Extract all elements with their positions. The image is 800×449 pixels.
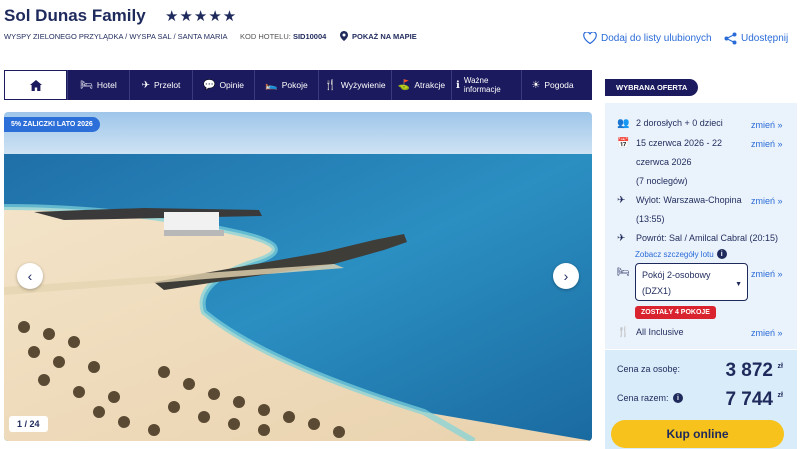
tab-weather[interactable]: ☀ Pogoda (521, 70, 583, 100)
share-label: Udostępnij (741, 33, 789, 44)
selected-offer-tab: WYBRANA OFERTA (605, 79, 699, 96)
fork-knife-icon: 🍴 (617, 327, 630, 338)
offer-panel: 👥 2 dorosłych + 0 dzieci zmień » 📅 15 cz… (605, 103, 797, 349)
tab-board[interactable]: 🍴 Wyżywienie (318, 70, 391, 100)
hotel-title: Sol Dunas Family (4, 6, 146, 25)
share-link[interactable]: Udostępnij (724, 32, 788, 45)
bed-icon: 🛏 (617, 267, 630, 278)
tab-reviews-label: Opinie (219, 80, 245, 90)
tab-board-label: Wyżywienie (340, 80, 386, 90)
buy-online-button[interactable]: Kup online (611, 420, 784, 448)
tab-important-info-label: Ważne informacje (463, 76, 501, 94)
caret-down-icon: ▼ (735, 281, 742, 288)
departure-line2: (13:55) (636, 214, 665, 224)
promo-badge: 5% ZALICZKI LATO 2026 (4, 117, 100, 132)
tab-hotel[interactable]: 🛏 Hotel (67, 70, 129, 100)
price-per-person: 3 872 (725, 360, 773, 381)
tab-rooms[interactable]: 🛌 Pokoje (254, 70, 318, 100)
plane-arrival-icon: ✈ (617, 233, 626, 244)
room-line1: Pokój 2-osobowy (642, 270, 711, 280)
sun-icon: ☀ (531, 79, 541, 91)
signpost-icon: ⛳ (397, 79, 411, 91)
chevron-left-icon: ‹ (27, 268, 33, 284)
dates-line2: czerwca 2026 (636, 157, 692, 167)
room-line2: (DZX1) (642, 286, 671, 296)
tab-flight[interactable]: ✈ Przelot (129, 70, 192, 100)
change-room-link[interactable]: zmień » (751, 269, 783, 279)
show-map-label: POKAŻ NA MAPIE (352, 31, 417, 41)
departure-line1: Wylot: Warszawa-Chopina (636, 195, 742, 205)
tab-rooms-label: Pokoje (281, 80, 308, 90)
tab-flight-label: Przelot (153, 80, 181, 90)
room-select[interactable]: Pokój 2-osobowy (DZX1) ▼ (635, 263, 748, 301)
info-icon: i (716, 249, 727, 259)
photo-counter: 1 / 24 (9, 416, 48, 432)
show-map-link[interactable]: POKAŻ NA MAPIE (340, 31, 417, 41)
tab-attractions[interactable]: ⛳ Atrakcje (391, 70, 451, 100)
flight-details-link[interactable]: Zobacz szczegóły lotu i (635, 249, 727, 259)
tab-hotel-label: Hotel (96, 80, 117, 90)
heart-icon (583, 32, 597, 44)
tab-attractions-label: Atrakcje (414, 80, 446, 90)
tab-important-info[interactable]: ℹ Ważne informacje (451, 70, 521, 100)
change-dates-link[interactable]: zmień » (751, 139, 783, 149)
hotel-code-value: SID10004 (292, 32, 327, 41)
star-rating: ★★★★★ (165, 8, 238, 25)
change-guests-link[interactable]: zmień » (751, 120, 783, 130)
beach-photo (4, 112, 592, 441)
price-total: 7 744 (725, 389, 773, 410)
tab-weather-label: Pogoda (544, 80, 574, 90)
tab-reviews[interactable]: 💬 Opinie (192, 70, 254, 100)
hotel-icon: 🛏 (80, 79, 93, 91)
board-text: All Inclusive (636, 327, 684, 337)
flight-details-label: Zobacz szczegóły lotu (635, 249, 714, 259)
info-icon: ℹ (456, 79, 460, 91)
hotel-code-label: KOD HOTELU: (240, 32, 291, 41)
guests-text: 2 dorosłych + 0 dzieci (636, 118, 723, 128)
price-total-label: Cena razem: (617, 393, 669, 403)
photo-gallery[interactable] (4, 112, 592, 441)
price-per-person-label: Cena za osobę: (617, 364, 681, 374)
calendar-icon: 📅 (617, 138, 630, 149)
map-pin-icon (340, 31, 348, 41)
home-icon (29, 79, 42, 91)
breadcrumb[interactable]: WYSPY ZIELONEGO PRZYLĄDKA / WYSPA SAL / … (4, 32, 228, 41)
plane-departure-icon: ✈ (617, 195, 626, 206)
plane-icon: ✈ (141, 79, 150, 91)
return-text: Powrót: Sal / Amilcal Cabral (20:15) (636, 233, 779, 243)
fork-knife-icon: 🍴 (324, 79, 337, 91)
currency-label: zł (777, 392, 783, 399)
add-favorite-label: Dodaj do listy ulubionych (601, 32, 712, 44)
chevron-right-icon: › (563, 268, 569, 284)
people-icon: 👥 (617, 118, 630, 129)
info-icon[interactable]: i (673, 393, 683, 403)
tab-home[interactable] (4, 70, 67, 100)
gallery-prev-button[interactable]: ‹ (17, 263, 43, 289)
add-favorite-link[interactable]: Dodaj do listy ulubionych (583, 32, 712, 44)
currency-label: zł (777, 363, 783, 370)
comment-icon: 💬 (202, 79, 216, 91)
bed-icon: 🛌 (265, 79, 278, 91)
change-departure-link[interactable]: zmień » (751, 196, 783, 206)
nights-text: (7 noclegów) (636, 176, 688, 186)
hotel-code: KOD HOTELU: SID10004 (240, 32, 326, 41)
rooms-left-badge: ZOSTAŁY 4 POKOJE (635, 306, 716, 319)
change-board-link[interactable]: zmień » (751, 328, 783, 338)
gallery-next-button[interactable]: › (553, 263, 579, 289)
dates-line1: 15 czerwca 2026 - 22 (636, 138, 723, 148)
section-navbar: 🛏 Hotel ✈ Przelot 💬 Opinie 🛌 Pokoje 🍴 Wyżywie… (4, 70, 592, 100)
share-icon (724, 32, 737, 45)
